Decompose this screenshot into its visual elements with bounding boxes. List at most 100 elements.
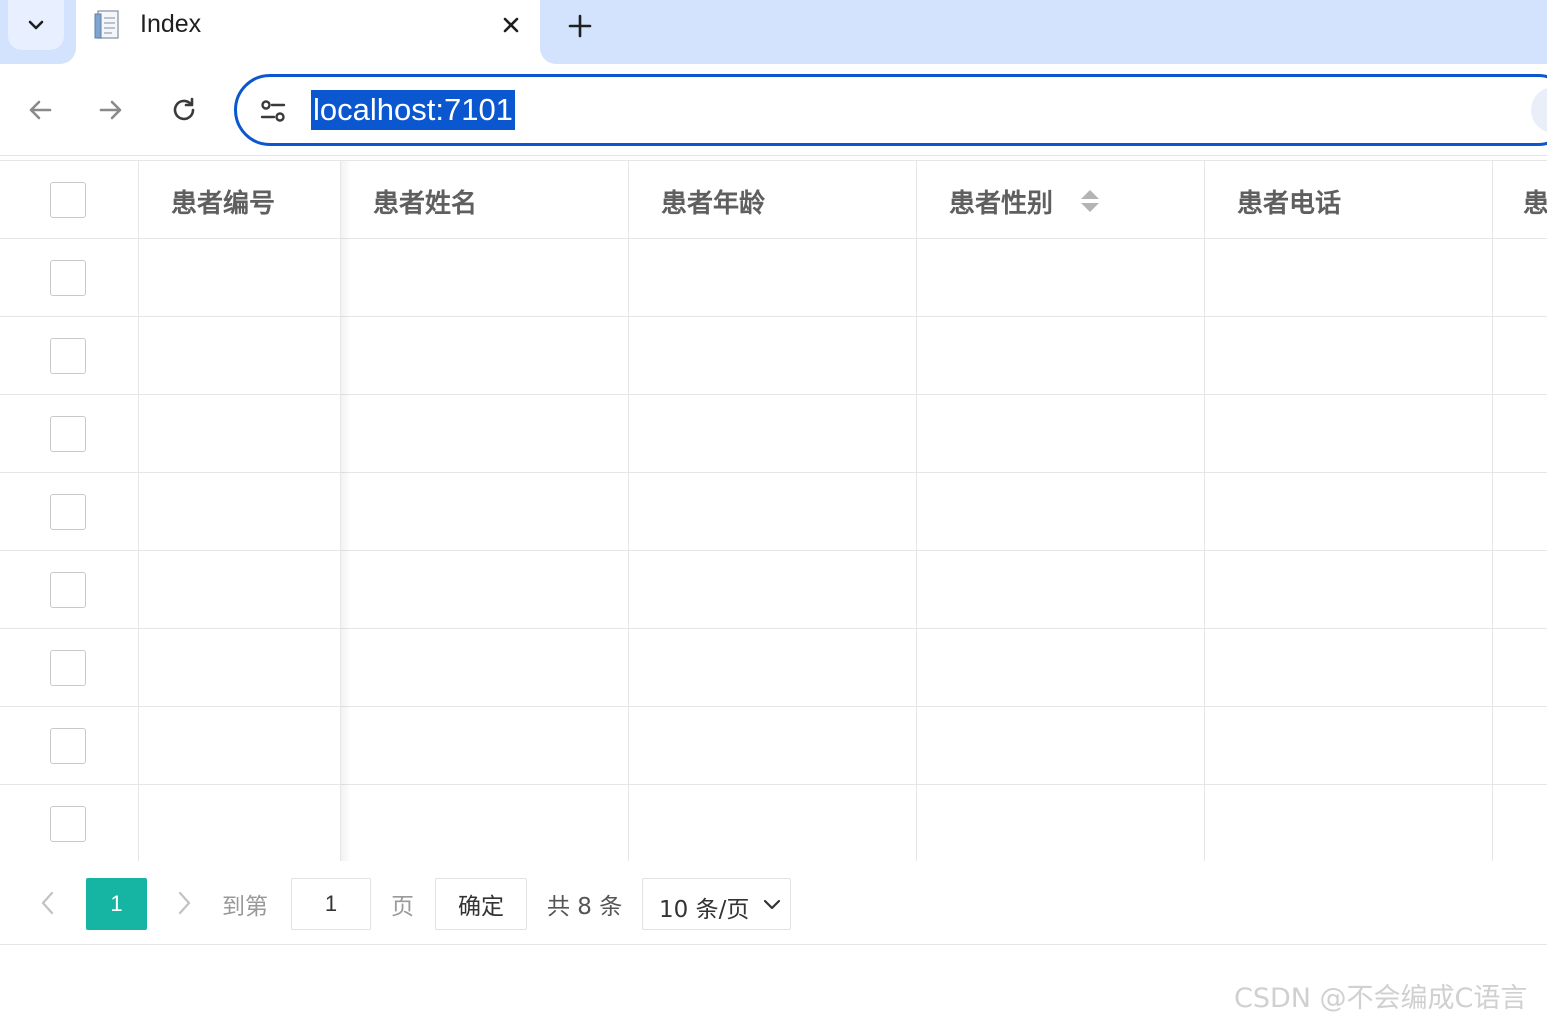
table-row[interactable] bbox=[0, 317, 1547, 395]
chevron-left-icon bbox=[41, 891, 54, 915]
table-cell bbox=[1493, 317, 1547, 394]
table-cell bbox=[1205, 239, 1493, 316]
table-cell bbox=[341, 473, 629, 550]
table-cell bbox=[917, 317, 1205, 394]
table-cell bbox=[917, 395, 1205, 472]
table-row[interactable] bbox=[0, 239, 1547, 317]
chevron-down-icon bbox=[28, 20, 44, 30]
column-header-patient-id: 患者编号 bbox=[139, 161, 341, 238]
row-checkbox[interactable] bbox=[50, 338, 86, 374]
goto-page-input[interactable] bbox=[291, 878, 371, 930]
row-checkbox[interactable] bbox=[50, 416, 86, 452]
row-checkbox[interactable] bbox=[50, 494, 86, 530]
row-checkbox[interactable] bbox=[50, 806, 86, 842]
table-cell bbox=[1205, 473, 1493, 550]
document-icon bbox=[94, 10, 119, 39]
row-checkbox-cell bbox=[0, 629, 139, 706]
chevron-down-icon bbox=[763, 899, 781, 910]
table-cell bbox=[1493, 707, 1547, 784]
total-count: 共 8 条 bbox=[547, 894, 623, 920]
column-header-patient-phone: 患者电话 bbox=[1205, 161, 1493, 238]
table-cell bbox=[629, 395, 917, 472]
page-size-select[interactable]: 10 条/页 bbox=[642, 878, 791, 930]
watermark: CSDN @不会编成C语言 bbox=[1234, 983, 1528, 1014]
url-text[interactable]: localhost:7101 bbox=[311, 90, 515, 130]
new-tab-button[interactable] bbox=[560, 6, 600, 46]
row-checkbox[interactable] bbox=[50, 260, 86, 296]
tab-search-button[interactable] bbox=[8, 0, 64, 50]
table-cell bbox=[1493, 551, 1547, 628]
column-header-patient-sex[interactable]: 患者性别 bbox=[917, 161, 1205, 238]
row-checkbox-cell bbox=[0, 317, 139, 394]
table-cell bbox=[629, 551, 917, 628]
pagination: 1 到第 页 确定 共 8 条 10 条/页 bbox=[0, 861, 1547, 945]
forward-button[interactable] bbox=[89, 88, 133, 132]
table-cell bbox=[1493, 239, 1547, 316]
table-row[interactable] bbox=[0, 629, 1547, 707]
browser-tab-active[interactable]: Index bbox=[76, 0, 540, 64]
close-icon bbox=[503, 17, 519, 33]
current-page-button[interactable]: 1 bbox=[86, 878, 147, 930]
address-bar[interactable]: localhost:7101 bbox=[234, 74, 1547, 146]
table-cell bbox=[139, 317, 341, 394]
table-cell bbox=[139, 551, 341, 628]
row-checkbox-cell bbox=[0, 707, 139, 784]
page-unit-label: 页 bbox=[391, 894, 414, 920]
column-header-patient-name: 患者姓名 bbox=[341, 161, 629, 238]
row-checkbox-cell bbox=[0, 395, 139, 472]
sort-icon[interactable] bbox=[1079, 188, 1101, 214]
table-cell bbox=[1205, 551, 1493, 628]
prev-page-button[interactable] bbox=[32, 883, 64, 923]
row-checkbox[interactable] bbox=[50, 572, 86, 608]
column-header-truncated: 患 bbox=[1523, 189, 1547, 219]
page-size-value: 10 条/页 bbox=[659, 897, 750, 923]
table-cell bbox=[1205, 707, 1493, 784]
table-cell bbox=[341, 395, 629, 472]
plus-icon bbox=[568, 14, 592, 38]
row-checkbox[interactable] bbox=[50, 650, 86, 686]
table-cell bbox=[917, 473, 1205, 550]
table-cell bbox=[1493, 473, 1547, 550]
table-cell bbox=[341, 785, 629, 862]
table-cell bbox=[139, 707, 341, 784]
back-button[interactable] bbox=[18, 88, 62, 132]
table-cell bbox=[1493, 629, 1547, 706]
omnibox-action-chip[interactable] bbox=[1531, 87, 1547, 133]
chevron-right-icon bbox=[178, 891, 191, 915]
table-cell bbox=[1205, 395, 1493, 472]
table-cell bbox=[1205, 785, 1493, 862]
table-row[interactable] bbox=[0, 785, 1547, 863]
reload-icon bbox=[173, 97, 195, 121]
table-cell bbox=[1205, 629, 1493, 706]
reload-button[interactable] bbox=[162, 88, 206, 132]
table-row[interactable] bbox=[0, 707, 1547, 785]
patient-table: 患者编号 患者姓名 患者年龄 患者性别 患者电话 患 bbox=[0, 160, 1547, 863]
row-checkbox-cell bbox=[0, 239, 139, 316]
tab-close-button[interactable] bbox=[494, 8, 528, 42]
table-row[interactable] bbox=[0, 551, 1547, 629]
goto-confirm-button[interactable]: 确定 bbox=[435, 878, 527, 930]
table-row[interactable] bbox=[0, 395, 1547, 473]
table-cell bbox=[629, 317, 917, 394]
goto-label: 到第 bbox=[222, 894, 268, 920]
table-cell bbox=[341, 239, 629, 316]
table-cell bbox=[139, 785, 341, 862]
next-page-button[interactable] bbox=[168, 883, 200, 923]
row-checkbox-cell bbox=[0, 785, 139, 862]
header-checkbox-cell bbox=[0, 161, 139, 238]
table-cell bbox=[1493, 785, 1547, 862]
table-cell bbox=[917, 239, 1205, 316]
table-cell bbox=[139, 239, 341, 316]
browser-toolbar: localhost:7101 bbox=[0, 64, 1547, 156]
arrow-left-icon bbox=[29, 100, 52, 120]
table-cell bbox=[629, 239, 917, 316]
row-checkbox-cell bbox=[0, 551, 139, 628]
select-all-checkbox[interactable] bbox=[50, 182, 86, 218]
table-row[interactable] bbox=[0, 473, 1547, 551]
row-checkbox[interactable] bbox=[50, 728, 86, 764]
table-cell bbox=[917, 551, 1205, 628]
table-cell bbox=[917, 707, 1205, 784]
table-cell bbox=[629, 473, 917, 550]
site-info-button[interactable] bbox=[255, 93, 291, 129]
table-cell bbox=[917, 629, 1205, 706]
